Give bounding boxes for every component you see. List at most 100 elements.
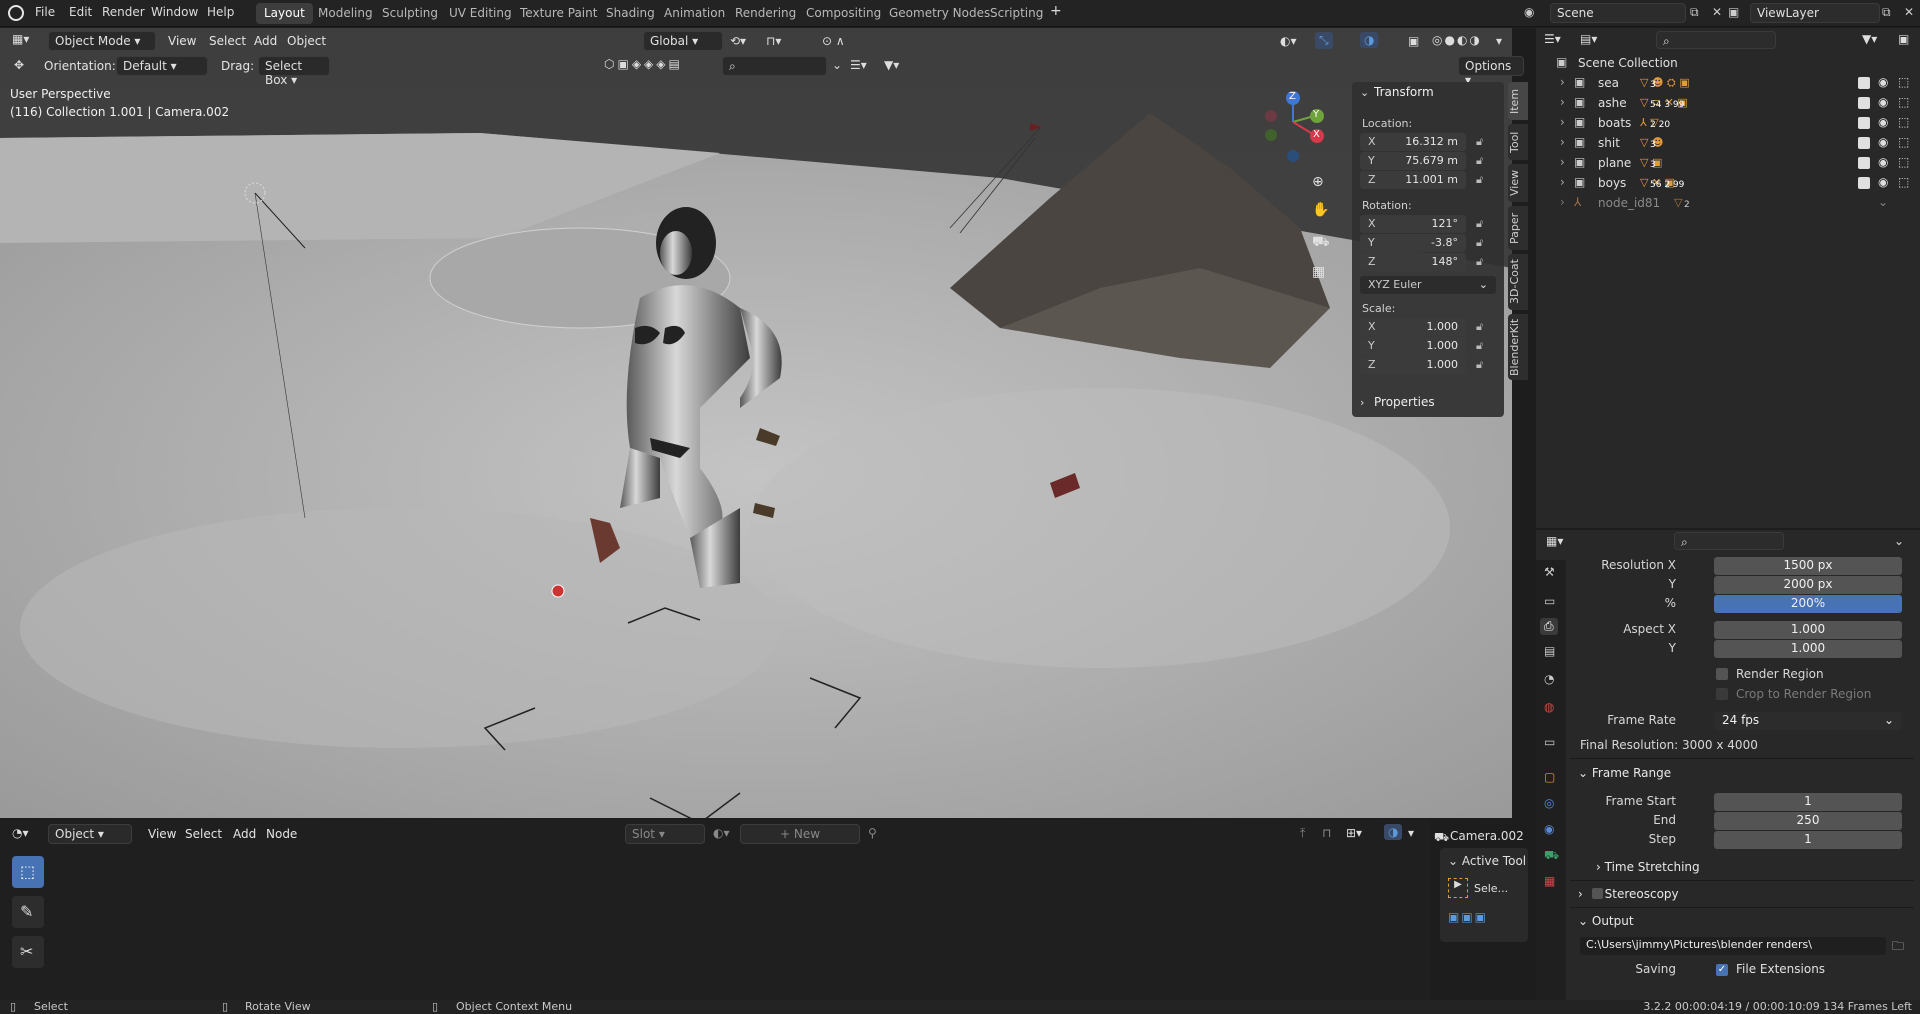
tab-view[interactable]: View bbox=[1508, 164, 1528, 202]
camera-render-icon[interactable]: ⬚ bbox=[1898, 95, 1909, 109]
node-menu-select[interactable]: Select bbox=[185, 827, 222, 841]
menu-file[interactable]: File bbox=[35, 5, 55, 19]
camera-render-icon[interactable]: ⬚ bbox=[1898, 115, 1909, 129]
list-item[interactable]: › ▣ plane ▽ ▣ 3 ◉ ⬚ bbox=[1536, 154, 1920, 174]
frame-step-field[interactable]: 1 bbox=[1714, 831, 1902, 849]
output-path-field[interactable]: C:\Users\jimmy\Pictures\blender renders\ bbox=[1580, 937, 1886, 955]
parent-node-icon[interactable]: ⤒ bbox=[1300, 826, 1305, 841]
select-tool-icon[interactable]: ▶ bbox=[1448, 878, 1468, 898]
lock-icon[interactable]: 🔓︎ bbox=[1476, 358, 1490, 372]
modifier-tab-icon[interactable]: ◎ bbox=[1544, 796, 1554, 810]
tab-uv-editing[interactable]: UV Editing bbox=[441, 3, 520, 24]
aspect-y-field[interactable]: 1.000 bbox=[1714, 640, 1902, 658]
tab-layout[interactable]: Layout bbox=[256, 3, 313, 24]
rotation-mode-dropdown[interactable]: XYZ Euler ⌄ bbox=[1360, 276, 1496, 294]
tab-blenderkit[interactable]: BlenderKit bbox=[1508, 314, 1528, 380]
time-stretching-header[interactable]: › Time Stretching bbox=[1596, 860, 1700, 874]
tab-geometry-nodes[interactable]: Geometry Nodes bbox=[881, 3, 998, 24]
tab-item[interactable]: Item bbox=[1508, 82, 1528, 120]
rotation-x-field[interactable]: X 121° bbox=[1360, 215, 1466, 233]
view-dropdown-icon[interactable]: ⌄ bbox=[832, 58, 842, 72]
overlays-icon[interactable]: ◑ bbox=[1360, 32, 1379, 48]
copy-viewlayer-icon[interactable]: ⧉ bbox=[1882, 5, 1891, 20]
rotation-y-field[interactable]: Y -3.8° bbox=[1360, 234, 1466, 252]
output-tab-icon[interactable]: ⎙ bbox=[1540, 618, 1558, 635]
link-cut-tool-button[interactable]: ✂ bbox=[12, 936, 44, 968]
location-y-field[interactable]: Y 75.679 m bbox=[1360, 152, 1466, 170]
node-menu-node[interactable]: Node bbox=[266, 827, 297, 841]
chevron-down-icon[interactable]: ⌄ bbox=[1894, 534, 1904, 548]
camera-render-icon[interactable]: ⬚ bbox=[1898, 155, 1909, 169]
gizmo-toggle-icon[interactable]: ⤡ bbox=[1315, 32, 1333, 49]
add-workspace-icon[interactable]: + bbox=[1050, 3, 1062, 19]
pin-icon[interactable]: ⚲ bbox=[868, 826, 877, 840]
eye-icon[interactable]: ◉ bbox=[1878, 175, 1888, 189]
snap-icon[interactable]: ⊓▾ bbox=[766, 34, 781, 48]
vp-menu-select[interactable]: Select bbox=[209, 34, 246, 48]
transform-title[interactable]: Transform bbox=[1374, 85, 1434, 99]
copy-scene-icon[interactable]: ⧉ bbox=[1690, 5, 1699, 20]
active-tool-header[interactable]: ⌄ Active Tool bbox=[1448, 854, 1528, 868]
lock-icon[interactable]: 🔓︎ bbox=[1476, 320, 1490, 334]
editor-type-icon[interactable]: ▦▾ bbox=[12, 32, 29, 46]
texture-tab-icon[interactable]: ▦ bbox=[1544, 874, 1555, 888]
render-tab-icon[interactable]: ▭ bbox=[1544, 594, 1555, 608]
vp-menu-object[interactable]: Object bbox=[287, 34, 326, 48]
lock-icon[interactable]: 🔓︎ bbox=[1476, 236, 1490, 250]
exclude-checkbox[interactable] bbox=[1858, 135, 1870, 149]
annotate-tool-button[interactable]: ✎ bbox=[12, 896, 44, 928]
tab-tool[interactable]: Tool bbox=[1508, 124, 1528, 160]
vp-menu-add[interactable]: Add bbox=[254, 34, 277, 48]
pan-hand-icon[interactable]: ✋ bbox=[1312, 202, 1329, 218]
scale-y-field[interactable]: Y 1.000 bbox=[1360, 337, 1466, 355]
expand-icon[interactable]: › bbox=[1560, 115, 1565, 129]
close-viewlayer-icon[interactable]: ✕ bbox=[1904, 5, 1914, 19]
stereoscopy-header[interactable]: › Stereoscopy bbox=[1578, 887, 1679, 901]
xray-icon[interactable]: ▣ bbox=[1408, 34, 1419, 48]
exclude-checkbox[interactable] bbox=[1858, 155, 1870, 169]
shader-type-dropdown[interactable]: Object ▾ bbox=[48, 824, 132, 844]
transform-orientation-dropdown[interactable]: Global ▾ bbox=[643, 31, 723, 51]
tab-3dcoat[interactable]: 3D-Coat bbox=[1508, 254, 1528, 310]
ortho-grid-icon[interactable]: ▦ bbox=[1312, 264, 1325, 280]
location-z-field[interactable]: Z 11.001 m bbox=[1360, 171, 1466, 189]
exclude-checkbox[interactable] bbox=[1858, 75, 1870, 89]
lock-icon[interactable]: 🔓︎ bbox=[1476, 154, 1490, 168]
list-item[interactable]: › ▣ ashe ▽ ⊃ ✕ ▣ 54 3 99 ◉ ⬚ bbox=[1536, 94, 1920, 114]
lock-icon[interactable]: 🔓︎ bbox=[1476, 339, 1490, 353]
frame-end-field[interactable]: 250 bbox=[1714, 812, 1902, 830]
overlays-icon[interactable]: ◑ bbox=[1384, 824, 1403, 840]
new-material-button[interactable]: + New bbox=[740, 824, 860, 844]
render-region-checkbox[interactable] bbox=[1716, 668, 1728, 680]
camera-render-icon[interactable]: ⬚ bbox=[1898, 175, 1909, 189]
vp-menu-view[interactable]: View bbox=[168, 34, 196, 48]
material-sphere-icon[interactable]: ◐▾ bbox=[713, 826, 730, 840]
lock-icon[interactable]: 🔓︎ bbox=[1476, 255, 1490, 269]
physics-tab-icon[interactable]: ◉ bbox=[1544, 822, 1554, 836]
properties-editor-icon[interactable]: ▦▾ bbox=[1546, 534, 1563, 548]
resolution-percent-field[interactable]: 200% bbox=[1714, 595, 1902, 613]
selection-mode-icons[interactable]: ▣▣▣ bbox=[1448, 910, 1488, 924]
mode-dropdown[interactable]: Object Mode ▾ bbox=[48, 31, 156, 51]
collapse-icon[interactable]: ⌄ bbox=[1360, 86, 1369, 99]
menu-edit[interactable]: Edit bbox=[69, 5, 92, 19]
lock-icon[interactable]: 🔓︎ bbox=[1476, 173, 1490, 187]
folder-icon[interactable]: 🗀︎ bbox=[1892, 937, 1904, 958]
expand-icon[interactable]: › bbox=[1360, 396, 1364, 409]
outliner-editor-icon[interactable]: ☰▾ bbox=[1544, 32, 1561, 46]
snap-icon[interactable]: ⊓ bbox=[1322, 826, 1331, 840]
filter-icon[interactable]: ▼▾ bbox=[884, 58, 899, 72]
resolution-y-field[interactable]: 2000 px bbox=[1714, 576, 1902, 594]
scene-field[interactable]: Scene bbox=[1550, 3, 1686, 23]
object-tab-icon[interactable]: ▢ bbox=[1544, 770, 1555, 784]
resolution-x-field[interactable]: 1500 px bbox=[1714, 557, 1902, 575]
list-icon[interactable]: ☰▾ bbox=[850, 58, 867, 72]
shading-modes-icon[interactable]: ◎●◐◑ bbox=[1432, 33, 1482, 47]
node-menu-view[interactable]: View bbox=[148, 827, 176, 841]
eye-icon[interactable]: ◉ bbox=[1878, 155, 1888, 169]
tab-texture-paint[interactable]: Texture Paint bbox=[512, 3, 605, 24]
menu-render[interactable]: Render bbox=[102, 5, 145, 19]
frame-start-field[interactable]: 1 bbox=[1714, 793, 1902, 811]
crop-region-checkbox[interactable] bbox=[1716, 688, 1728, 700]
properties-panel-title[interactable]: Properties bbox=[1374, 395, 1435, 409]
